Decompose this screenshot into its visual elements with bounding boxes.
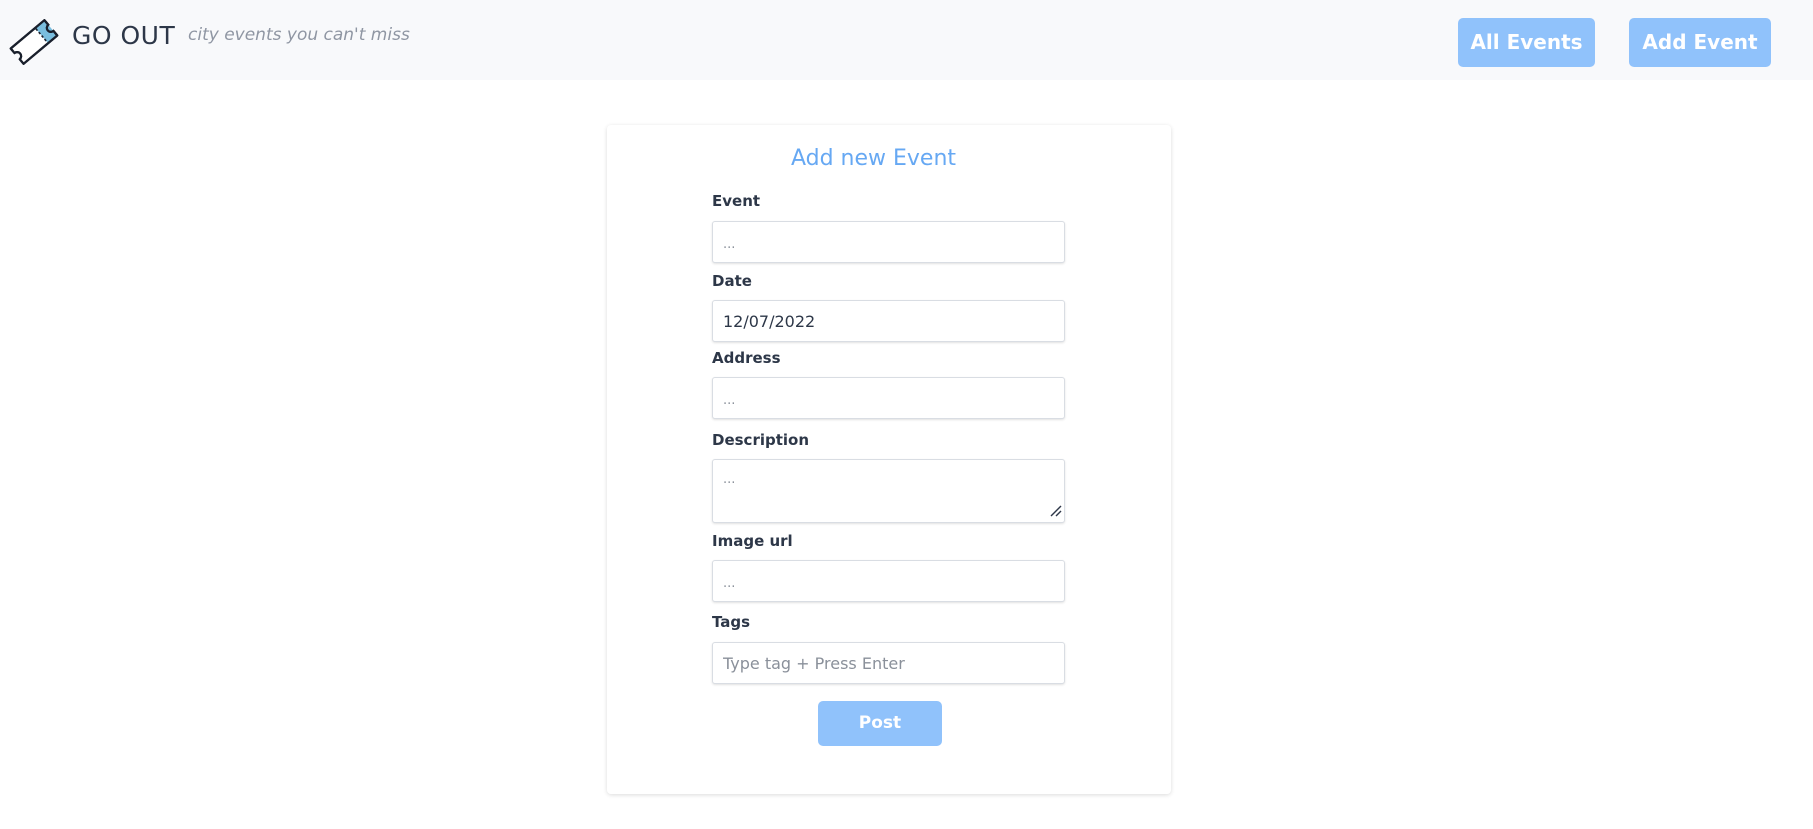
tags-input[interactable] — [712, 642, 1065, 684]
brand-name[interactable]: GO OUT — [72, 21, 175, 50]
image-url-input[interactable] — [712, 560, 1065, 602]
top-navbar: GO OUT city events you can't miss All Ev… — [0, 0, 1813, 80]
brand-tagline: city events you can't miss — [188, 25, 410, 45]
image-url-label: Image url — [712, 532, 793, 550]
description-textarea[interactable] — [712, 459, 1065, 523]
add-event-button[interactable]: Add Event — [1629, 18, 1771, 67]
event-input[interactable] — [712, 221, 1065, 263]
resize-handle-icon[interactable] — [1050, 505, 1062, 517]
address-input[interactable] — [712, 377, 1065, 419]
all-events-button[interactable]: All Events — [1458, 18, 1595, 67]
address-label: Address — [712, 349, 781, 367]
post-button[interactable]: Post — [818, 701, 942, 746]
description-label: Description — [712, 431, 810, 449]
form-title: Add new Event — [790, 146, 957, 171]
date-input[interactable] — [712, 300, 1065, 342]
tags-label: Tags — [712, 613, 751, 631]
date-label: Date — [712, 272, 752, 290]
ticket-icon[interactable] — [6, 14, 62, 70]
event-label: Event — [712, 192, 761, 210]
